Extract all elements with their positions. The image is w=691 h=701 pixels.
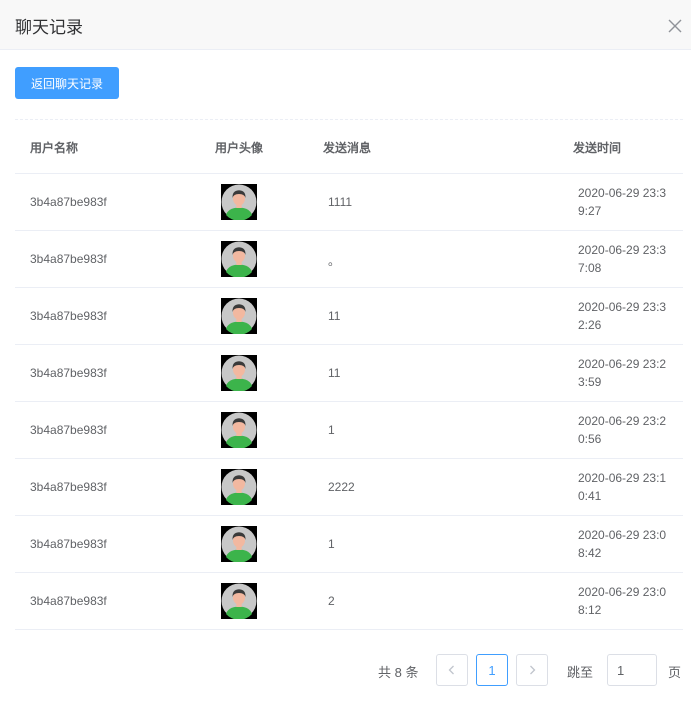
row-username: 3b4a87be983f xyxy=(30,594,107,608)
row-username: 3b4a87be983f xyxy=(30,480,107,494)
user-avatar-icon xyxy=(221,298,257,335)
prev-page-button[interactable] xyxy=(436,654,468,686)
table-row: 3b4a87be983f 2222 2020-06-29 23:10:41 xyxy=(15,459,683,516)
table-row: 3b4a87be983f 2 2020-06-29 23:08:12 xyxy=(15,573,683,630)
column-header-username: 用户名称 xyxy=(30,141,79,155)
column-header-avatar: 用户头像 xyxy=(215,141,264,155)
user-avatar-icon xyxy=(221,184,257,221)
user-avatar-icon xyxy=(221,526,257,563)
table-row: 3b4a87be983f 11 2020-06-29 23:23:59 xyxy=(15,345,683,402)
chevron-left-icon xyxy=(448,665,454,675)
row-time: 2020-06-29 23:39:27 xyxy=(578,186,667,218)
user-avatar-icon xyxy=(221,469,257,506)
row-time: 2020-06-29 23:37:08 xyxy=(578,243,667,275)
user-avatar-icon xyxy=(221,241,257,278)
table-header: 用户名称 用户头像 发送消息 发送时间 xyxy=(15,120,683,174)
dialog-title: 聊天记录 xyxy=(15,18,83,37)
row-username: 3b4a87be983f xyxy=(30,252,107,266)
row-username: 3b4a87be983f xyxy=(30,537,107,551)
row-message: 11 xyxy=(328,366,341,380)
row-message: 2222 xyxy=(328,480,355,494)
row-time: 2020-06-29 23:32:26 xyxy=(578,300,667,332)
table-body: 3b4a87be983f 1111 2020-06-29 23:39:27 3b… xyxy=(15,174,683,630)
page-number-1[interactable]: 1 xyxy=(476,654,508,686)
row-time: 2020-06-29 23:20:56 xyxy=(578,414,667,446)
row-username: 3b4a87be983f xyxy=(30,309,107,323)
chevron-right-icon xyxy=(530,665,536,675)
jump-page-input[interactable] xyxy=(607,654,657,686)
row-message: 2 xyxy=(328,594,335,608)
user-avatar-icon xyxy=(221,355,257,392)
total-count: 共 8 条 xyxy=(378,665,419,680)
column-header-time: 发送时间 xyxy=(573,141,622,155)
row-username: 3b4a87be983f xyxy=(30,195,107,209)
pagination: 共 8 条 1 跳至 页 xyxy=(0,654,691,686)
row-username: 3b4a87be983f xyxy=(30,366,107,380)
row-message: 1 xyxy=(328,423,335,437)
row-username: 3b4a87be983f xyxy=(30,423,107,437)
row-time: 2020-06-29 23:10:41 xyxy=(578,471,667,503)
table-row: 3b4a87be983f 1111 2020-06-29 23:39:27 xyxy=(15,174,683,231)
back-to-chat-button[interactable]: 返回聊天记录 xyxy=(15,67,119,99)
row-time: 2020-06-29 23:23:59 xyxy=(578,357,667,389)
close-icon[interactable] xyxy=(664,15,686,37)
row-time: 2020-06-29 23:08:12 xyxy=(578,585,667,617)
row-message: 。 xyxy=(328,254,341,268)
dialog-header: 聊天记录 xyxy=(0,0,691,50)
user-avatar-icon xyxy=(221,583,257,620)
next-page-button[interactable] xyxy=(516,654,548,686)
chat-table: 用户名称 用户头像 发送消息 发送时间 3b4a87be983f 1111 20… xyxy=(15,120,683,630)
table-row: 3b4a87be983f 。 2020-06-29 23:37:08 xyxy=(15,231,683,288)
row-message: 1111 xyxy=(328,195,353,209)
column-header-message: 发送消息 xyxy=(323,141,372,155)
table-row: 3b4a87be983f 11 2020-06-29 23:32:26 xyxy=(15,288,683,345)
row-time: 2020-06-29 23:08:42 xyxy=(578,528,667,560)
row-message: 11 xyxy=(328,309,341,323)
jump-label: 跳至 xyxy=(567,665,594,680)
table-row: 3b4a87be983f 1 2020-06-29 23:08:42 xyxy=(15,516,683,573)
table-row: 3b4a87be983f 1 2020-06-29 23:20:56 xyxy=(15,402,683,459)
row-message: 1 xyxy=(328,537,335,551)
page-suffix: 页 xyxy=(668,665,682,680)
user-avatar-icon xyxy=(221,412,257,449)
